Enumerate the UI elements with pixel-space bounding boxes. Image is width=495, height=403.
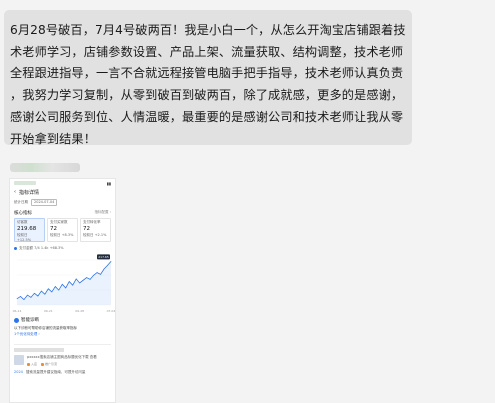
metric-sub: 较前日 +8.3% [50, 233, 74, 237]
metric-value: 72 [50, 226, 57, 232]
data-point [16, 298, 18, 299]
suggestion-text: 搜索流量提升建议指南，可提升访问量 [25, 370, 86, 374]
shared-image-message[interactable]: ▮▮ ‹ 指标详情 统计日期 2024-07-04 核心指标 指标配置 › 访客… [9, 178, 116, 403]
trend-chart-svg: 217.65 06-14 06-21 06-28 07-04 [13, 254, 115, 313]
message-line: 术老师学习，店铺参数设置、产品上架、流量获取、结构调整，技术老师 [10, 44, 404, 59]
diagnosis-icon [14, 317, 19, 323]
card-tags: 入店 推广引流 [27, 362, 97, 366]
suggestion-card[interactable]: pxxxxx搜索店铺主图商品标题优化下载 查看 入店 推广引流 [14, 344, 111, 366]
blurred-status [14, 181, 36, 185]
smart-diagnosis: 智能诊断 以下诊断可帮助你店铺的流量获取率指标 1个优化待处理 › [10, 314, 115, 340]
smart-diagnosis-link[interactable]: 1个优化待处理 › [14, 332, 111, 337]
data-point [44, 293, 46, 295]
card-tag-label: 入店 [31, 362, 38, 366]
data-point [41, 290, 42, 292]
data-point [27, 294, 28, 296]
tag-icon [27, 362, 30, 366]
data-point [89, 279, 91, 280]
tag-icon [41, 362, 45, 366]
x-tick-label: 06-21 [44, 309, 53, 313]
message-line: 全程跟进指导，一言不合就远程接管电脑手把手指导，技术老师认真负责 [10, 66, 404, 81]
metric-label: 支付买家数 [50, 220, 68, 224]
metrics-config-link[interactable]: 指标配置 › [94, 210, 111, 216]
phone-status-bar: ▮▮ [10, 179, 115, 187]
chart-legend: 支付金额 7/4 1.4k +68.3% [10, 242, 115, 252]
data-point [103, 268, 105, 270]
data-point [82, 279, 84, 281]
metric-sub: 较前日 +2.1% [83, 233, 107, 237]
data-point [72, 284, 74, 286]
date-picker[interactable]: 2024-07-04 [31, 199, 58, 206]
data-point [20, 296, 21, 297]
metric-value: 72 [83, 226, 90, 232]
back-icon[interactable]: ‹ [14, 189, 16, 195]
smart-diagnosis-text: 以下诊断可帮助你店铺的流量获取率指标 [14, 326, 77, 330]
nav-bar: ‹ 指标详情 [10, 187, 115, 197]
metric-card[interactable]: 访客数 219.68 较前日 +12.5% [14, 218, 45, 242]
date-label: 统计日期 [14, 200, 28, 204]
data-point [79, 282, 80, 284]
chart-badge: 217.65 [98, 255, 109, 259]
message-line: 6月28号破百，7月4号破两百！我是小白一个，从怎么开淘宝店铺跟着技 [10, 23, 406, 37]
data-point [54, 286, 56, 287]
blurred-card-title [14, 348, 64, 352]
x-tick-label: 06-14 [13, 309, 22, 313]
date-bar: 统计日期 2024-07-04 [10, 197, 115, 208]
trend-chart: 217.65 06-14 06-21 06-28 07-04 [12, 252, 115, 314]
data-point [68, 281, 70, 282]
product-thumbnail [14, 355, 24, 365]
data-point [34, 293, 35, 294]
data-point [65, 287, 67, 289]
data-point [93, 275, 94, 276]
message-line: 感谢公司服务到位、人情温暖，最重要的是感谢公司和技术老师让我从零 [10, 109, 404, 124]
data-point [61, 284, 63, 285]
metric-sub: 较前日 +12.5% [17, 233, 32, 242]
data-point [37, 295, 39, 297]
battery-icon: ▮▮ [106, 180, 111, 186]
metric-value: 219.68 [17, 226, 37, 232]
data-point [23, 299, 25, 300]
metric-card[interactable]: 支付转化率 72 较前日 +2.1% [80, 218, 111, 242]
core-metrics-header: 核心指标 指标配置 › [10, 208, 115, 218]
x-tick-label: 07-04 [107, 309, 115, 313]
data-point [30, 297, 32, 298]
x-tick-label: 06-28 [75, 309, 84, 313]
data-point [51, 291, 53, 293]
data-point [96, 272, 98, 273]
data-point [48, 288, 49, 290]
suggestion-key: 2024 [14, 370, 23, 374]
card-tag: 推广引流 [41, 362, 57, 366]
data-point [110, 261, 112, 262]
blurred-sender-name [10, 163, 80, 172]
legend-dot-icon [14, 247, 17, 250]
data-point [58, 289, 60, 291]
metric-label: 支付转化率 [83, 220, 101, 224]
data-point [100, 274, 101, 275]
data-point [107, 265, 108, 266]
suggestion-row[interactable]: 2024 搜索流量提升建议指南，可提升访问量 [14, 370, 111, 375]
legend-text: 支付金额 7/4 1.4k +68.3% [19, 246, 64, 250]
data-point [86, 277, 87, 278]
metric-card[interactable]: 支付买家数 72 较前日 +8.3% [47, 218, 78, 242]
metric-label: 访客数 [17, 220, 28, 224]
smart-diagnosis-title: 智能诊断 [14, 317, 111, 323]
message-line: 开始拿到结果！ [10, 131, 97, 146]
nav-title: 指标详情 [19, 189, 40, 196]
card-tag: 入店 [27, 362, 37, 366]
message-line: ，我努力学习复制，从零到破百到破两百，除了成就感，更多的是感谢， [10, 88, 404, 103]
smart-title-text: 智能诊断 [21, 318, 39, 323]
series-area [17, 261, 111, 305]
card-text: pxxxxx搜索店铺主图商品标题优化下载 查看 [27, 355, 97, 359]
chat-message-bubble: 6月28号破百，7月4号破两百！我是小白一个，从怎么开淘宝店铺跟着技 术老师学习… [4, 10, 412, 146]
section-title: 核心指标 [14, 211, 32, 216]
card-row: pxxxxx搜索店铺主图商品标题优化下载 查看 入店 推广引流 [14, 355, 111, 366]
card-tag-label: 推广引流 [45, 362, 58, 366]
metric-cards: 访客数 219.68 较前日 +12.5% 支付买家数 72 较前日 +8.3%… [10, 218, 115, 242]
data-point [75, 278, 77, 280]
